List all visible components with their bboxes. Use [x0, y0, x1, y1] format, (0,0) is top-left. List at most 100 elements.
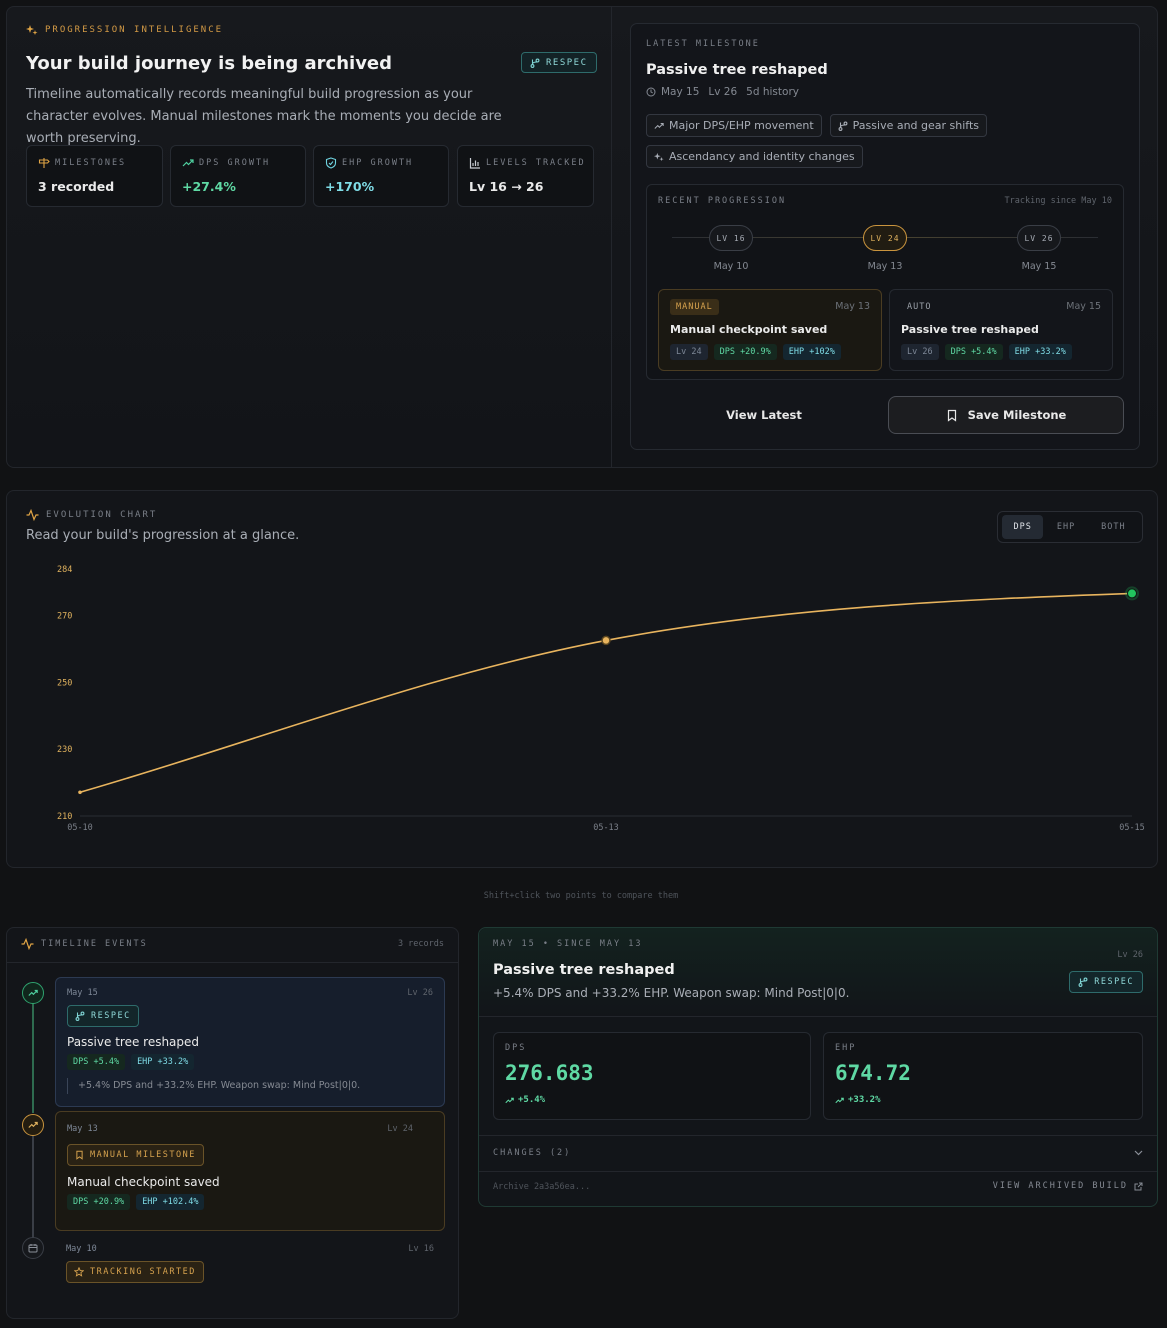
git-branch-icon: [530, 58, 540, 68]
progress-node-lv26[interactable]: LV 26: [1017, 225, 1061, 251]
save-milestone-button[interactable]: Save Milestone: [888, 396, 1124, 434]
event-dps: DPS +20.9%: [67, 1194, 131, 1210]
event-date: May 10: [66, 1244, 97, 1254]
stat-card-milestones: MILESTONES 3 recorded: [26, 145, 163, 207]
note-rule: [67, 1078, 68, 1094]
event-level: Lv 26: [407, 988, 433, 998]
star-icon: [74, 1267, 84, 1277]
stat-value: 3 recorded: [38, 179, 115, 194]
manual-milestone-badge: MANUAL MILESTONE: [67, 1144, 204, 1166]
detail-description: +5.4% DPS and +33.2% EHP. Weapon swap: M…: [493, 986, 850, 1000]
event-date: May 15: [67, 988, 98, 998]
tag-dps-ehp: Major DPS/EHP movement: [646, 114, 822, 137]
shield-icon: [325, 157, 337, 169]
view-latest-button[interactable]: View Latest: [646, 396, 882, 434]
card-type-badge: MANUAL: [670, 299, 719, 315]
tracking-since: Tracking since May 10: [1004, 196, 1112, 206]
recent-card-auto[interactable]: AUTO May 15 Passive tree reshaped Lv 26 …: [889, 289, 1113, 371]
event-title: Manual checkpoint saved: [67, 1175, 220, 1189]
y-tick-label: 284: [57, 565, 72, 575]
y-tick-label: 250: [57, 678, 72, 688]
timeline-event-start[interactable]: May 10 Lv 16 TRACKING STARTED: [55, 1234, 445, 1294]
timeline-panel: TIMELINE EVENTS 3 records May 15 Lv 26 R…: [6, 927, 459, 1319]
activity-icon: [26, 509, 39, 521]
compare-hint: Shift+click two points to compare them: [483, 891, 679, 901]
toggle-ehp[interactable]: EHP: [1045, 515, 1086, 539]
chart-subtitle: Read your build's progression at a glanc…: [26, 528, 300, 543]
archive-id: Archive 2a3a56ea...: [493, 1182, 591, 1192]
event-level: Lv 24: [387, 1124, 413, 1134]
metric-value: 276.683: [505, 1061, 594, 1085]
timeline-rail: [32, 1003, 34, 1113]
divider: [479, 1016, 1157, 1017]
activity-icon: [21, 938, 34, 950]
respec-badge: RESPEC: [67, 1005, 139, 1027]
metric-change: +33.2%: [848, 1095, 881, 1105]
view-archived-build-link[interactable]: VIEW ARCHIVED BUILD: [993, 1181, 1143, 1191]
latest-title: Passive tree reshaped: [646, 62, 828, 78]
tag-label: Ascendancy and identity changes: [669, 150, 855, 163]
divider: [611, 7, 612, 467]
badge-label: RESPEC: [91, 1011, 131, 1021]
card-ehp: EHP +102%: [782, 344, 841, 360]
stat-label: EHP GROWTH: [342, 158, 414, 168]
chevron-down-icon: [1134, 1150, 1143, 1156]
event-dps: DPS +5.4%: [67, 1054, 126, 1070]
trend-up-icon: [835, 1096, 844, 1105]
event-note: +5.4% DPS and +33.2% EHP. Weapon swap: M…: [78, 1080, 361, 1091]
divider: [479, 1171, 1157, 1172]
git-branch-icon: [838, 121, 848, 131]
evolution-line-chart[interactable]: 210 230 250 270 284 05-10 05-13 05-15: [7, 551, 1157, 841]
tracking-started-badge: TRACKING STARTED: [66, 1261, 204, 1283]
stat-value: +170%: [325, 179, 375, 194]
calendar-icon: [28, 1243, 38, 1253]
event-level: Lv 16: [408, 1244, 434, 1254]
changes-toggle[interactable]: CHANGES (2): [479, 1136, 1157, 1171]
recent-card-manual[interactable]: MANUAL May 13 Manual checkpoint saved Lv…: [658, 289, 882, 371]
hero-eyebrow: PROGRESSION INTELLIGENCE: [45, 25, 224, 35]
tag-passive-gear: Passive and gear shifts: [829, 114, 988, 137]
hero-panel: PROGRESSION INTELLIGENCE Your build jour…: [6, 6, 1158, 468]
timeline-event-manual[interactable]: May 13 Lv 24 MANUAL MILESTONE Manual che…: [55, 1111, 445, 1231]
tag-ascendancy: Ascendancy and identity changes: [646, 145, 863, 168]
changes-label: CHANGES (2): [493, 1148, 572, 1158]
card-title: Manual checkpoint saved: [670, 323, 828, 336]
card-dps: DPS +5.4%: [944, 344, 1003, 360]
toggle-dps[interactable]: DPS: [1002, 515, 1044, 539]
respec-badge-label: RESPEC: [546, 57, 588, 68]
external-link-icon: [1134, 1182, 1143, 1191]
badge-label: RESPEC: [1094, 977, 1134, 987]
latest-milestone-card: LATEST MILESTONE Passive tree reshaped M…: [630, 23, 1140, 450]
x-tick-label: 05-10: [67, 823, 93, 833]
detail-title: Passive tree reshaped: [493, 962, 675, 978]
latest-meta: May 15 Lv 26 5d history: [646, 86, 799, 98]
node-level: LV 26: [1024, 233, 1054, 243]
trend-up-icon: [182, 157, 194, 169]
recent-progression-label: RECENT PROGRESSION: [658, 196, 787, 206]
card-ehp: EHP +33.2%: [1008, 344, 1072, 360]
data-point: [601, 635, 611, 646]
stat-card-levels: LEVELS TRACKED Lv 16 → 26: [457, 145, 594, 207]
latest-date: May 15: [661, 86, 700, 98]
timeline-event-respec[interactable]: May 15 Lv 26 RESPEC Passive tree reshape…: [55, 977, 445, 1107]
respec-badge: RESPEC: [521, 52, 597, 73]
toggle-both[interactable]: BOTH: [1089, 515, 1138, 539]
y-tick-label: 270: [57, 612, 72, 622]
dps-metric-card: DPS 276.683 +5.4%: [493, 1032, 811, 1120]
stat-label: DPS GROWTH: [199, 158, 271, 168]
stat-card-ehp: EHP GROWTH +170%: [313, 145, 449, 207]
divider: [7, 962, 458, 963]
ehp-metric-card: EHP 674.72 +33.2%: [823, 1032, 1143, 1120]
node-level: LV 24: [870, 233, 900, 243]
node-date: May 13: [867, 261, 903, 272]
bookmark-icon: [946, 409, 958, 422]
node-date: May 10: [713, 261, 749, 272]
hero-description: Timeline automatically records meaningfu…: [26, 87, 502, 146]
x-tick-label: 05-15: [1119, 823, 1145, 833]
progress-node-lv16[interactable]: LV 16: [709, 225, 753, 251]
hero-title: Your build journey is being archived: [26, 53, 393, 74]
dps-series-line: [79, 592, 1133, 794]
card-date: May 15: [1066, 301, 1101, 312]
progress-node-lv24[interactable]: LV 24: [863, 225, 907, 251]
node-level: LV 16: [716, 233, 746, 243]
